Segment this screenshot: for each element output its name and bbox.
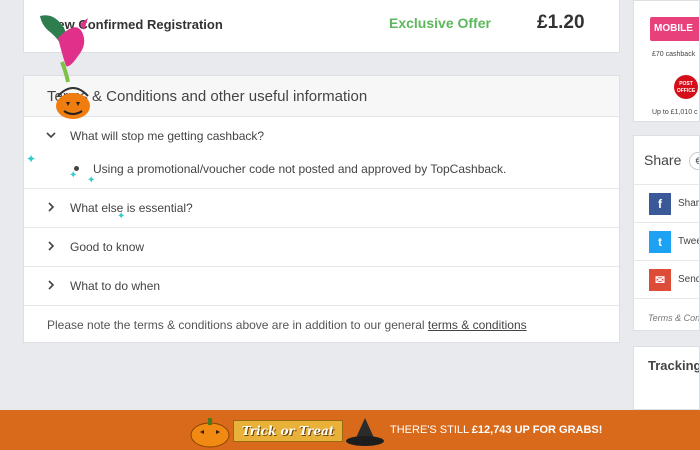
accordion-label: What to do when <box>70 279 161 293</box>
sidebar-share: Share € f Share t Twee ✉ Send Terms & Co… <box>633 135 700 331</box>
post-office-logo[interactable]: POST OFFICE <box>674 75 698 99</box>
pumpkin-icon <box>190 418 230 448</box>
sparkle-icon: ✦ <box>117 211 126 222</box>
halloween-banner[interactable]: Trick or Treat THERE'S STILL £12,743 UP … <box>0 410 700 450</box>
chevron-right-icon <box>45 201 57 213</box>
banner-text: THERE'S STILL £12,743 UP FOR GRABS! <box>390 424 603 436</box>
accordion-header-good-to-know[interactable]: Good to know <box>24 228 619 266</box>
hummingbird-decoration-icon <box>40 15 90 119</box>
share-facebook[interactable]: f Share <box>634 184 700 222</box>
mail-icon: ✉ <box>649 269 671 291</box>
sparkle-icon: ✦ <box>87 175 96 186</box>
accordion-item: Good to know <box>24 228 619 267</box>
sparkle-icon: ✦ <box>69 170 78 181</box>
sparkle-icon: ✦ <box>26 152 37 166</box>
banner-amount: £12,743 <box>471 424 512 436</box>
terms-link[interactable]: terms & conditions <box>428 318 527 332</box>
tracking-title: Tracking <box>648 358 700 373</box>
offer-row: New Confirmed Registration Exclusive Off… <box>23 0 620 53</box>
promo-cashback-2: Up to £1,010 c <box>652 109 698 116</box>
witch-hat-icon <box>346 418 384 446</box>
share-terms-link[interactable]: Terms & Cond <box>648 313 699 323</box>
twitter-icon: t <box>649 231 671 253</box>
accordion-header-what-to-do[interactable]: What to do when <box>24 267 619 305</box>
currency-circle-icon[interactable]: € <box>689 152 699 170</box>
trick-or-treat-label: Trick or Treat <box>233 420 343 442</box>
sidebar-promo: MOBILE £70 cashback POST OFFICE Up to £1… <box>633 0 700 122</box>
accordion-body: Using a promotional/voucher code not pos… <box>24 155 619 188</box>
terms-note: Please note the terms & conditions above… <box>47 318 527 332</box>
accordion-item: What will stop me getting cashback? Usin… <box>24 117 619 189</box>
share-twitter[interactable]: t Twee <box>634 222 700 260</box>
chevron-right-icon <box>45 240 57 252</box>
accordion-label: What will stop me getting cashback? <box>70 129 265 143</box>
offer-amount: £1.20 <box>537 12 585 33</box>
offer-tag: Exclusive Offer <box>389 15 491 31</box>
terms-header: Terms & Conditions and other useful info… <box>24 76 619 117</box>
share-title: Share <box>644 152 682 168</box>
share-label: Twee <box>678 236 700 247</box>
share-email[interactable]: ✉ Send <box>634 260 700 298</box>
accordion-label: Good to know <box>70 240 145 254</box>
accordion-header-stop-cashback[interactable]: What will stop me getting cashback? <box>24 117 619 155</box>
chevron-down-icon <box>45 129 57 141</box>
share-label: Share <box>678 198 700 209</box>
chevron-right-icon <box>45 279 57 291</box>
sidebar-tracking: Tracking <box>633 346 700 410</box>
accordion-item: What else is essential? <box>24 189 619 228</box>
accordion-header-essential[interactable]: What else is essential? <box>24 189 619 227</box>
promo-cashback-1: £70 cashback <box>652 51 696 58</box>
share-label: Send <box>678 274 700 285</box>
accordion-label: What else is essential? <box>70 201 193 215</box>
accordion-bullet-text: Using a promotional/voucher code not pos… <box>93 162 507 176</box>
mobile-badge[interactable]: MOBILE <box>650 17 699 41</box>
terms-note-text: Please note the terms & conditions above… <box>47 318 428 332</box>
facebook-icon: f <box>649 193 671 215</box>
accordion-item: What to do when <box>24 267 619 306</box>
terms-panel: Terms & Conditions and other useful info… <box>23 75 620 343</box>
